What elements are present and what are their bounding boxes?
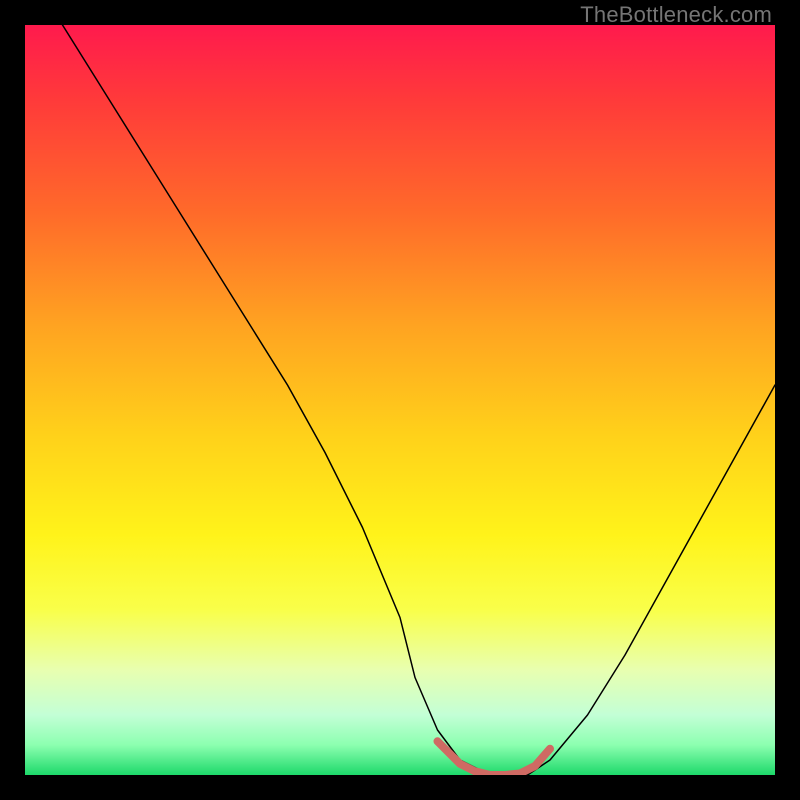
plot-area (25, 25, 775, 775)
watermark-text: TheBottleneck.com (580, 2, 772, 28)
bottleneck-curve (63, 25, 776, 775)
chart-svg (25, 25, 775, 775)
trough-marker (438, 741, 551, 775)
chart-stage: TheBottleneck.com (0, 0, 800, 800)
